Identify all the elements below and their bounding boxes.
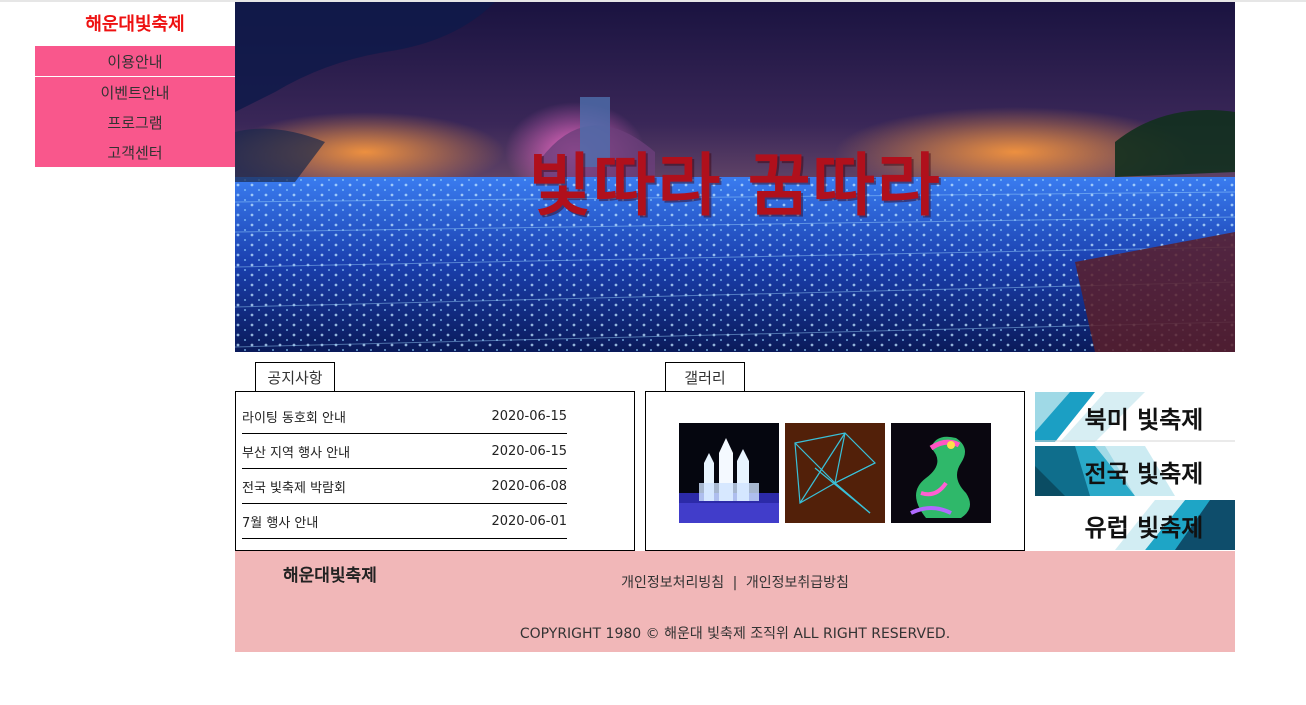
footer-separator: | — [732, 575, 738, 591]
hero-title: 빛따라 꿈따라 — [528, 147, 942, 226]
notice-row[interactable]: 라이팅 동호회 안내 2020-06-15 — [242, 399, 567, 434]
menu-item-events[interactable]: 이벤트안내 — [35, 77, 235, 107]
gallery-thumb-net[interactable] — [785, 423, 885, 523]
notice-row[interactable]: 부산 지역 행사 안내 2020-06-15 — [242, 434, 567, 469]
site-footer: 해운대빛축제 개인정보처리빙침 | 개인정보취급방침 COPYRIGHT 198… — [235, 551, 1235, 652]
tab-notice[interactable]: 공지사항 — [255, 362, 335, 392]
notice-title[interactable]: 7월 행사 안내 — [242, 512, 318, 531]
menu-item-programs[interactable]: 프로그램 — [35, 107, 235, 137]
notice-row[interactable]: 7월 행사 안내 2020-06-01 — [242, 504, 567, 539]
tab-gallery[interactable]: 갤러리 — [665, 362, 745, 392]
menu-item-customer-center[interactable]: 고객센터 — [35, 137, 235, 167]
link-privacy-policy[interactable]: 개인정보처리빙침 — [621, 575, 724, 591]
site-logo[interactable]: 해운대빛축제 — [35, 2, 235, 44]
notice-title[interactable]: 라이팅 동호회 안내 — [242, 407, 346, 426]
gallery-thumb-castle[interactable] — [679, 423, 779, 523]
notice-date: 2020-06-15 — [491, 408, 567, 424]
notice-row[interactable]: 전국 빛축제 박람회 2020-06-08 — [242, 469, 567, 504]
banner-label: 전국 빛축제 — [1084, 459, 1204, 488]
banner-north-america[interactable]: 북미 빛축제 — [1035, 392, 1235, 442]
banner-label: 유럽 빛축제 — [1084, 513, 1204, 542]
notice-title[interactable]: 전국 빛축제 박람회 — [242, 477, 346, 496]
banner-nationwide[interactable]: 전국 빛축제 — [1035, 446, 1235, 496]
menu-item-guide[interactable]: 이용안내 — [35, 46, 235, 77]
copyright-text: COPYRIGHT 1980 © 해운대 빛축제 조직위 ALL RIGHT R… — [519, 626, 951, 642]
notice-title[interactable]: 부산 지역 행사 안내 — [242, 442, 350, 461]
notice-date: 2020-06-01 — [491, 513, 567, 529]
notice-board: 라이팅 동호회 안내 2020-06-15 부산 지역 행사 안내 2020-0… — [235, 391, 635, 551]
gallery-thumb-dragon[interactable] — [891, 423, 991, 523]
banner-europe[interactable]: 유럽 빛축제 — [1035, 500, 1235, 550]
gallery-panel — [645, 391, 1025, 551]
footer-links: 개인정보처리빙침 | 개인정보취급방침 — [235, 572, 1235, 592]
link-privacy-handling[interactable]: 개인정보취급방침 — [746, 575, 849, 591]
hero-banner: 빛따라 꿈따라 — [235, 2, 1235, 352]
notice-date: 2020-06-15 — [491, 443, 567, 459]
main-menu: 이용안내 이벤트안내 프로그램 고객센터 — [35, 46, 235, 167]
notice-date: 2020-06-08 — [491, 478, 567, 494]
banner-label: 북미 빛축제 — [1084, 405, 1204, 434]
